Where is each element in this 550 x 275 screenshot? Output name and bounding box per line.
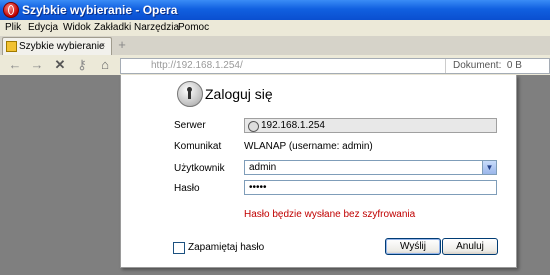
close-tab-icon[interactable]: × [100,41,106,50]
password-label: Hasło [174,183,200,194]
forward-icon[interactable]: → [29,57,45,73]
remember-password-checkbox[interactable] [173,242,185,254]
tab-speed-dial[interactable]: Szybkie wybieranie × [2,37,112,55]
send-button[interactable]: Wyślij [385,238,441,255]
menu-widok[interactable]: Widok [63,22,91,33]
new-tab-button[interactable]: + [116,38,128,51]
back-icon[interactable]: ← [7,57,23,73]
key-icon[interactable]: ⚷ [74,57,90,73]
server-field: 192.168.1.254 [244,118,497,133]
chevron-down-icon[interactable]: ▼ [482,161,496,174]
username-label: Użytkownik [174,163,225,174]
stop-icon[interactable]: ✕ [52,57,68,73]
address-divider [445,59,446,73]
home-icon[interactable]: ⌂ [97,57,113,73]
cancel-button[interactable]: Anuluj [442,238,498,255]
menu-narzedzia[interactable]: Narzędzia [134,22,179,33]
dialog-title: Zaloguj się [205,86,273,102]
remember-password-label[interactable]: Zapamiętaj hasło [188,242,264,253]
message-label: Komunikat [174,141,222,152]
password-field[interactable]: ••••• [244,180,497,195]
tab-bar: Szybkie wybieranie × + [0,36,550,56]
window-titlebar: Szybkie wybieranie - Opera [0,0,550,20]
server-value: 192.168.1.254 [261,120,325,131]
speed-dial-icon [6,41,17,52]
address-bar[interactable]: http://192.168.1.254/ Dokument: 0 B [120,58,550,74]
unencrypted-warning: Hasło będzie wysłane bez szyfrowania [244,209,416,220]
menu-edycja[interactable]: Edycja [28,22,58,33]
server-icon [248,121,259,132]
navigation-bar: ← → ✕ ⚷ ⌂ http://192.168.1.254/ Dokument… [0,55,550,75]
username-value: admin [249,162,277,173]
username-field[interactable]: admin ▼ [244,160,497,175]
password-value: ••••• [249,182,267,193]
menu-bar: Plik Edycja Widok Zakładki Narzędzia Pom… [0,20,550,37]
address-url: http://192.168.1.254/ [151,60,243,71]
document-size-label: Dokument: 0 B [453,60,522,71]
opera-logo-icon [3,2,19,18]
login-dialog: Zaloguj się Serwer 192.168.1.254 Komunik… [120,75,517,268]
window-title: Szybkie wybieranie - Opera [22,3,178,17]
menu-zakladki[interactable]: Zakładki [94,22,131,33]
message-value: WLANAP (username: admin) [244,141,373,152]
tab-label: Szybkie wybieranie [19,41,105,52]
keyhole-icon [177,81,203,107]
menu-pomoc[interactable]: Pomoc [178,22,209,33]
menu-plik[interactable]: Plik [5,22,21,33]
server-label: Serwer [174,120,206,131]
